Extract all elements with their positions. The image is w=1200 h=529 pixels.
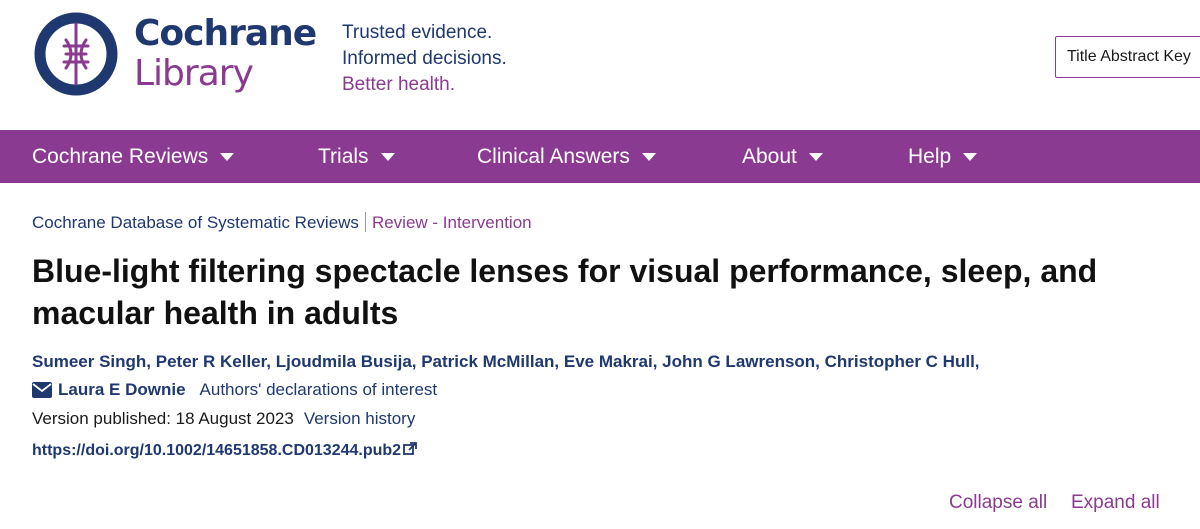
version-published: Version published: 18 August 2023: [32, 409, 294, 428]
doi-link[interactable]: https://doi.org/10.1002/14651858.CD01324…: [32, 442, 401, 459]
main-nav: Cochrane Reviews Trials Clinical Answers…: [0, 130, 1200, 183]
tagline-line-3: Better health.: [342, 74, 456, 95]
declarations-link[interactable]: Authors' declarations of interest: [200, 380, 438, 399]
site-header: Cochrane Library Trusted evidence. Infor…: [0, 0, 1200, 130]
logo-line-1: Cochrane: [134, 13, 317, 54]
tagline: Trusted evidence. Informed decisions. Be…: [342, 20, 507, 98]
breadcrumb-review-type[interactable]: Review - Intervention: [372, 213, 532, 232]
breadcrumb-database[interactable]: Cochrane Database of Systematic Reviews: [32, 213, 359, 232]
search-field-selector[interactable]: Title Abstract Key: [1055, 36, 1200, 78]
envelope-icon[interactable]: [32, 379, 52, 407]
expand-all-button[interactable]: Expand all: [1071, 490, 1160, 516]
logo-line-2: Library: [134, 53, 254, 94]
breadcrumb: Cochrane Database of Systematic Reviews R…: [32, 211, 532, 235]
nav-label: Cochrane Reviews: [32, 145, 209, 168]
caret-down-icon: [220, 153, 235, 162]
nav-about[interactable]: About: [742, 130, 823, 183]
nav-label: About: [742, 145, 797, 168]
external-link-icon[interactable]: [403, 439, 417, 465]
tagline-line-2: Informed decisions.: [342, 48, 507, 69]
author-list: Sumeer Singh, Peter R Keller, Ljoudmila …: [32, 348, 1182, 407]
version-history-link[interactable]: Version history: [304, 409, 416, 428]
collapse-all-button[interactable]: Collapse all: [949, 490, 1047, 516]
nav-cochrane-reviews[interactable]: Cochrane Reviews: [32, 130, 235, 183]
version-info: Version published: 18 August 2023 Version…: [32, 406, 415, 432]
article-title: Blue-light filtering spectacle lenses fo…: [32, 253, 1098, 331]
nav-label: Clinical Answers: [477, 145, 630, 168]
caret-down-icon: [380, 153, 395, 162]
doi-row: https://doi.org/10.1002/14651858.CD01324…: [32, 438, 417, 465]
site-logo-text[interactable]: Cochrane Library: [134, 13, 317, 94]
caret-down-icon: [641, 153, 656, 162]
contact-author-link[interactable]: Laura E Downie: [58, 380, 186, 399]
nav-help[interactable]: Help: [908, 130, 978, 183]
authors-line[interactable]: Sumeer Singh, Peter R Keller, Ljoudmila …: [32, 348, 1182, 376]
caret-down-icon: [808, 153, 823, 162]
cochrane-logo-icon[interactable]: [32, 10, 120, 98]
tagline-line-1: Trusted evidence.: [342, 22, 493, 43]
breadcrumb-divider: [364, 212, 366, 232]
nav-trials[interactable]: Trials: [318, 130, 395, 183]
nav-label: Help: [908, 145, 952, 168]
nav-label: Trials: [318, 145, 369, 168]
caret-down-icon: [963, 153, 978, 162]
nav-clinical-answers[interactable]: Clinical Answers: [477, 130, 656, 183]
